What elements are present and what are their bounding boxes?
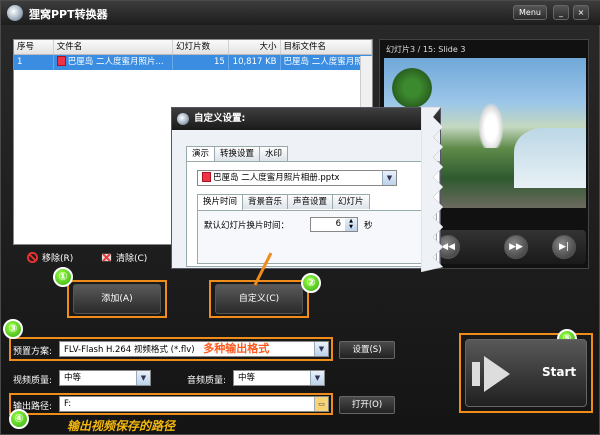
audio-quality-label: 音频质量:: [187, 376, 227, 386]
interval-stepper[interactable]: 6 ▲ ▼: [310, 217, 358, 232]
dialog-panel: 巴厘岛 二人度蜜月照片相册.pptx ▼ 换片时间 背景音乐 声音设置 幻灯片 …: [186, 161, 440, 267]
start-label: Start: [542, 365, 577, 379]
window-title: 狸窝PPT转换器: [29, 8, 108, 21]
tab-convert-settings[interactable]: 转换设置: [214, 146, 261, 161]
clear-label: 清除(C): [116, 254, 148, 264]
app-logo-icon: [7, 5, 23, 21]
preset-annotation: 多种输出格式: [203, 342, 270, 355]
minimize-button[interactable]: _: [553, 5, 569, 20]
preset-label: 预置方案:: [13, 347, 53, 357]
badge-4: ④: [9, 409, 29, 429]
row-slides: 15: [173, 55, 229, 70]
col-index[interactable]: 序号: [14, 40, 54, 54]
start-arrow-icon: [484, 356, 510, 392]
audio-quality-select[interactable]: 中等 ▼: [233, 370, 325, 386]
clear-button[interactable]: 清除(C): [101, 251, 147, 264]
preset-select[interactable]: FLV-Flash H.264 视频格式 (*.flv) 多种输出格式 ▼: [59, 341, 329, 357]
pptx-file-icon: [202, 172, 211, 182]
badge-1: ①: [53, 267, 73, 287]
open-button[interactable]: 打开(O): [339, 396, 395, 414]
chevron-down-icon[interactable]: ▼: [310, 371, 324, 385]
row-index: 1: [14, 55, 54, 70]
chevron-down-icon[interactable]: ▼: [314, 342, 328, 356]
table-row[interactable]: 1 巴厘岛 二人度蜜月照片... 15 10,817 KB 巴厘岛 二人度蜜月照…: [14, 55, 372, 70]
interval-unit: 秒: [364, 221, 373, 231]
video-quality-select[interactable]: 中等 ▼: [59, 370, 151, 386]
dialog-logo-icon: [177, 113, 189, 125]
preview-slide-label: 幻灯片3 / 15: Slide 3: [386, 45, 466, 54]
chevron-down-icon[interactable]: ▼: [382, 171, 396, 185]
row-filename: 巴厘岛 二人度蜜月照片...: [54, 55, 174, 70]
tab-watermark[interactable]: 水印: [259, 146, 289, 161]
settings-button[interactable]: 设置(S): [339, 341, 395, 359]
chevron-down-icon[interactable]: ▼: [136, 371, 150, 385]
pointer-line-shape: [253, 252, 273, 286]
col-size[interactable]: 大小: [229, 40, 281, 54]
interval-label: 默认幻灯片换片时间：: [204, 221, 290, 231]
tab-slide-timing[interactable]: 换片时间: [197, 194, 244, 210]
last-slide-button[interactable]: ▶|: [552, 235, 576, 259]
stepper-arrows-icon[interactable]: ▲ ▼: [345, 218, 357, 231]
add-button[interactable]: 添加(A): [73, 284, 161, 314]
custom-settings-dialog: 自定义设置: 演示 转换设置 水印 巴厘岛 二人度蜜月照片相册.pptx ▼ 换…: [171, 107, 441, 269]
start-bar-icon: [472, 362, 480, 386]
pptx-file-icon: [56, 56, 66, 66]
dialog-inner-tabs: 换片时间 背景音乐 声音设置 幻灯片: [197, 194, 370, 210]
col-filename[interactable]: 文件名: [54, 40, 174, 54]
dialog-tabs: 演示 转换设置 水印: [186, 146, 289, 162]
palm-tree-shape: [392, 68, 432, 108]
close-button[interactable]: ×: [573, 5, 589, 20]
tab-slides[interactable]: 幻灯片: [332, 194, 370, 209]
app-window: 狸窝PPT转换器 Menu _ × 序号 文件名 幻灯片数 大小 目标文件名 1…: [0, 0, 600, 435]
dialog-title: 自定义设置:: [194, 113, 246, 124]
badge-2: ②: [301, 273, 321, 293]
tab-background-music[interactable]: 背景音乐: [242, 194, 289, 209]
folder-icon[interactable]: ▭: [314, 397, 328, 411]
timing-panel: 默认幻灯片换片时间： 6 ▲ ▼ 秒: [197, 210, 437, 264]
tab-sound-settings[interactable]: 声音设置: [287, 194, 334, 209]
remove-label: 移除(R): [42, 254, 74, 264]
row-target: 巴厘岛 二人度蜜月照片...: [281, 55, 372, 70]
video-quality-label: 视频质量:: [13, 376, 53, 386]
tab-presentation[interactable]: 演示: [186, 146, 216, 162]
no-entry-icon: [27, 252, 38, 263]
output-path-field[interactable]: F: ▭: [59, 396, 329, 412]
row-size: 10,817 KB: [229, 55, 281, 70]
output-annotation: 输出视频保存的路径: [67, 419, 176, 433]
dialog-title-bar: 自定义设置:: [172, 108, 440, 130]
next-slide-button[interactable]: ▶▶: [504, 235, 528, 259]
col-target[interactable]: 目标文件名: [281, 40, 372, 54]
output-label: 输出路径:: [13, 402, 53, 412]
water-splash-shape: [514, 128, 586, 188]
remove-button[interactable]: 移除(R): [27, 251, 73, 264]
clear-list-icon: [101, 253, 112, 262]
start-button[interactable]: Start: [465, 339, 587, 407]
file-list-header: 序号 文件名 幻灯片数 大小 目标文件名: [14, 40, 372, 55]
menu-button[interactable]: Menu: [513, 5, 547, 20]
badge-3: ③: [3, 319, 23, 339]
col-slides[interactable]: 幻灯片数: [173, 40, 229, 54]
title-bar: 狸窝PPT转换器 Menu _ ×: [1, 1, 600, 25]
torn-edge-shape: [421, 107, 444, 272]
couple-figure-shape: [476, 98, 506, 148]
pptx-file-select[interactable]: 巴厘岛 二人度蜜月照片相册.pptx ▼: [197, 170, 397, 186]
